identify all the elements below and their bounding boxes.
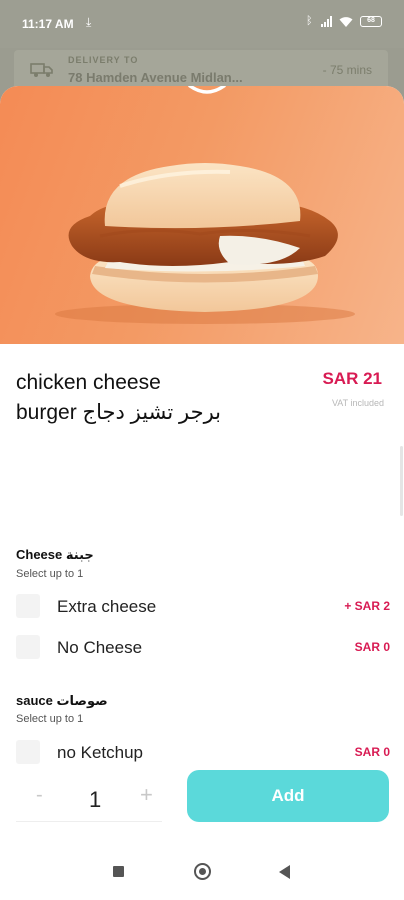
back-icon[interactable] — [279, 865, 290, 879]
checkbox[interactable] — [16, 635, 40, 659]
product-sheet: chicken cheese burger برجر تشيز دجاج SAR… — [0, 86, 404, 900]
recents-icon[interactable] — [113, 866, 124, 877]
battery-icon: 68 — [360, 15, 382, 27]
collapse-handle-icon[interactable] — [186, 86, 228, 100]
option-extra-cheese[interactable]: Extra cheese + SAR 2 — [16, 591, 390, 621]
battery-level: 68 — [367, 16, 375, 24]
order-footer: - 1 + Add — [0, 766, 404, 838]
quantity-stepper: - 1 + — [16, 774, 162, 822]
option-label: no Ketchup — [57, 743, 144, 762]
option-label: Extra cheese — [57, 597, 157, 616]
vat-note: VAT included — [331, 398, 384, 408]
product-title: chicken cheese burger برجر تشيز دجاج — [16, 371, 222, 424]
status-bar: 11:17 AM ⤓ ᛒ 68 — [0, 0, 404, 48]
home-icon[interactable] — [194, 863, 211, 880]
option-price: SAR 0 — [354, 640, 390, 654]
product-price: SAR 21 — [322, 369, 382, 388]
download-icon: ⤓ — [86, 15, 92, 29]
delivery-eta: - 75 mins — [322, 63, 372, 77]
status-icons: ᛒ 68 — [306, 15, 382, 27]
status-time: 11:17 AM — [22, 17, 74, 31]
option-group-subtitle: Select up to 1 — [16, 713, 84, 725]
option-price: SAR 0 — [354, 745, 390, 759]
option-price: + SAR 2 — [344, 599, 390, 613]
scrollbar[interactable] — [400, 446, 403, 516]
product-image — [0, 86, 404, 344]
system-nav-bar — [0, 838, 404, 900]
decrease-button[interactable]: - — [36, 784, 43, 807]
option-no-ketchup[interactable]: no Ketchup SAR 0 — [16, 737, 390, 767]
delivery-label: DELIVERY TO — [68, 55, 139, 65]
option-group-subtitle: Select up to 1 — [16, 568, 84, 580]
delivery-address: 78 Hamden Avenue Midlan... — [68, 70, 243, 85]
quantity-value: 1 — [89, 787, 102, 812]
option-no-cheese[interactable]: No Cheese SAR 0 — [16, 632, 390, 662]
increase-button[interactable]: + — [140, 782, 153, 808]
delivery-bar[interactable]: DELIVERY TO 78 Hamden Avenue Midlan... -… — [14, 50, 388, 90]
truck-icon — [30, 63, 53, 77]
add-to-cart-button[interactable]: Add — [187, 770, 389, 822]
wifi-icon — [339, 16, 353, 27]
burger-illustration — [55, 163, 355, 324]
bluetooth-icon: ᛒ — [306, 15, 313, 27]
option-group-title: sauce صوصات — [16, 693, 108, 708]
signal-icon — [321, 15, 332, 27]
checkbox[interactable] — [16, 594, 40, 618]
option-group-title: Cheese جبنة — [16, 547, 94, 562]
option-label: No Cheese — [57, 638, 143, 657]
checkbox[interactable] — [16, 740, 40, 764]
